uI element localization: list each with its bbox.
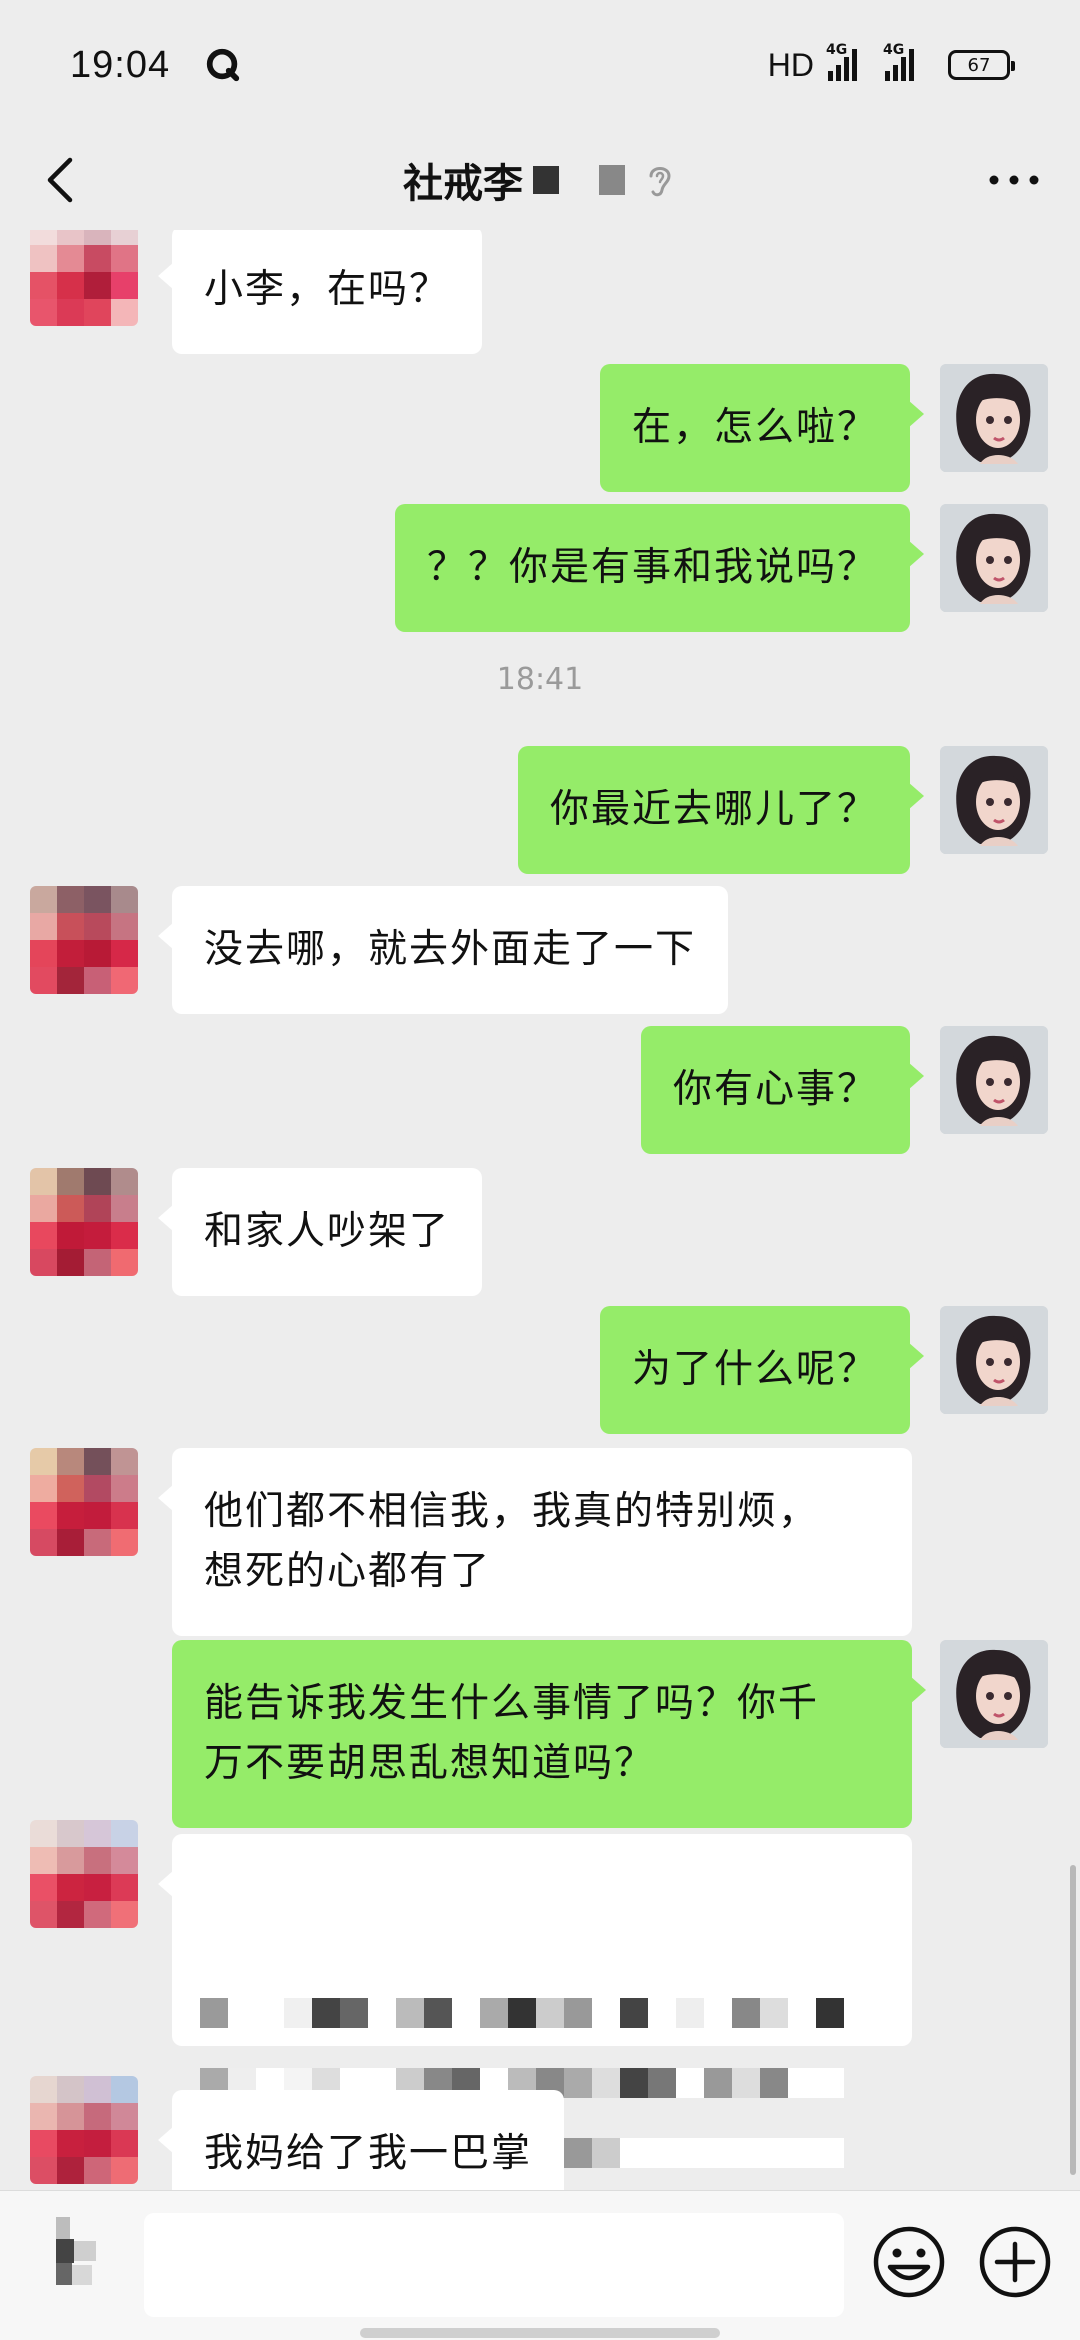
status-bar: 19:04 HD 4G 4G 67 (0, 0, 1080, 130)
message-bubble-incoming[interactable]: 和家人吵架了 (157, 1168, 483, 1296)
signal-icon: 4G (826, 43, 857, 81)
redacted-block (599, 165, 625, 195)
my-avatar[interactable] (940, 364, 1048, 472)
battery-icon: 67 (948, 50, 1015, 80)
my-avatar[interactable] (940, 1306, 1048, 1414)
chat-header: 社戒李 (0, 130, 1080, 230)
avatar-portrait-icon (940, 1306, 1048, 1414)
redacted-block (533, 166, 559, 194)
message-bubble-outgoing[interactable]: 在，怎么啦？ (599, 364, 925, 492)
my-avatar[interactable] (940, 1640, 1048, 1748)
avatar-portrait-icon (940, 504, 1048, 612)
avatar-portrait-icon (940, 1026, 1048, 1134)
my-avatar[interactable] (940, 1026, 1048, 1134)
plus-icon[interactable] (976, 2223, 1054, 2301)
message-bubble-incoming[interactable]: 他们都不相信我，我真的特别烦， 想死的心都有了 (158, 1448, 912, 1636)
my-avatar[interactable] (940, 746, 1048, 854)
contact-avatar[interactable] (30, 2076, 138, 2184)
more-icon[interactable] (984, 156, 1044, 204)
message-bubble-incoming[interactable]: 小李，在吗？ (157, 230, 483, 354)
ear-icon (649, 167, 671, 197)
avatar-portrait-icon (940, 364, 1048, 472)
contact-avatar[interactable] (30, 230, 138, 326)
emoji-icon[interactable] (870, 2223, 948, 2301)
scrollbar[interactable] (1070, 1865, 1076, 2175)
avatar-portrait-icon (940, 1640, 1048, 1748)
back-icon[interactable] (34, 152, 90, 208)
contact-avatar[interactable] (30, 1820, 138, 1928)
message-bubble-outgoing[interactable]: ？？你是有事和我说吗？ (394, 504, 925, 632)
chat-title: 社戒李 (403, 151, 677, 209)
contact-avatar[interactable] (30, 886, 138, 994)
chat-title-text: 社戒李 (403, 161, 523, 207)
network-label-2: 4G (883, 42, 905, 58)
contact-avatar[interactable] (30, 1168, 138, 1276)
app-q-icon (206, 48, 240, 82)
signal-icon: 4G (883, 43, 914, 81)
status-time: 19:04 (70, 43, 171, 86)
message-bubble-incoming[interactable]: 没去哪，就去外面走了一下 (157, 886, 729, 1014)
voice-icon[interactable] (56, 2217, 116, 2287)
message-list[interactable]: 小李，在吗？ 在，怎么啦？ ？？你是有事和我说吗？ 18:41 你最近去哪儿了？ (0, 230, 1080, 2190)
home-indicator[interactable] (360, 2328, 720, 2338)
message-bubble-outgoing[interactable]: 为了什么呢？ (599, 1306, 925, 1434)
contact-avatar[interactable] (30, 1448, 138, 1556)
message-bubble-redacted[interactable] (158, 1834, 912, 2168)
input-bar (0, 2190, 1080, 2340)
message-timestamp: 18:41 (496, 662, 584, 697)
network-label-1: 4G (826, 42, 848, 58)
message-bubble-outgoing[interactable]: 能告诉我发生什么事情了吗？你千 万不要胡思乱想知道吗？ (172, 1640, 926, 1828)
message-bubble-outgoing[interactable]: 你有心事？ (640, 1026, 925, 1154)
avatar-portrait-icon (940, 746, 1048, 854)
my-avatar[interactable] (940, 504, 1048, 612)
message-input[interactable] (144, 2213, 844, 2317)
hd-label: HD (767, 46, 814, 83)
message-bubble-outgoing[interactable]: 你最近去哪儿了？ (517, 746, 925, 874)
battery-level: 67 (967, 54, 991, 76)
message-bubble-incoming[interactable]: 我妈给了我一巴掌 (157, 2090, 565, 2190)
